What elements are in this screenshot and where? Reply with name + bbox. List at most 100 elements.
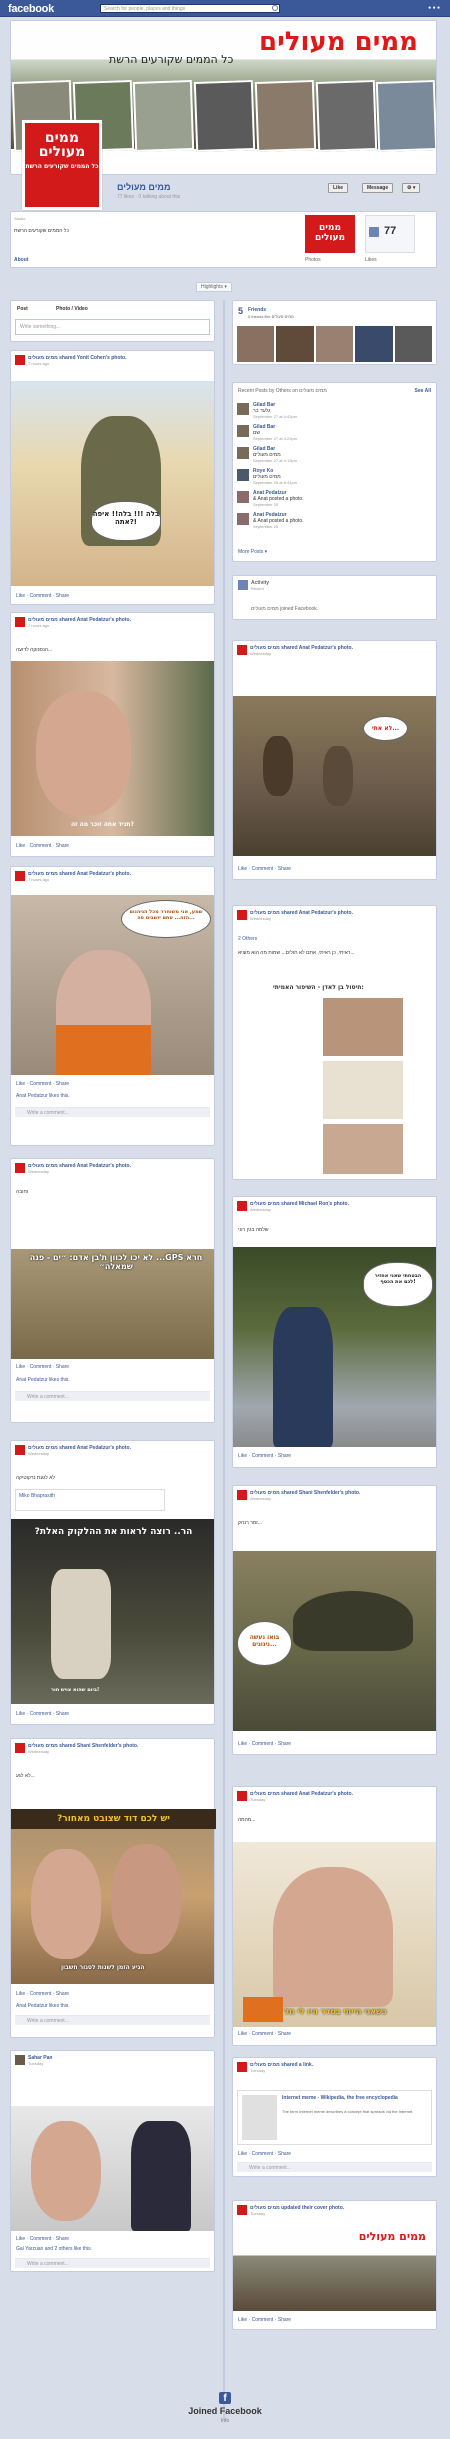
post-actions[interactable]: Like · Comment · Share — [238, 2317, 291, 2323]
search-input[interactable]: Search for people, places and things — [100, 4, 280, 13]
photo-video-tab[interactable]: Photo / Video — [56, 306, 88, 312]
comment-input[interactable]: Write a comment... — [15, 1107, 210, 1117]
post-tab[interactable]: Post — [17, 306, 28, 312]
comment-input[interactable]: Write a comment... — [15, 2258, 210, 2268]
link-title[interactable]: Internet meme - Wikipedia, the free ency… — [282, 2095, 427, 2101]
friend-avatar[interactable] — [394, 326, 433, 362]
post-actions[interactable]: Like · Comment · Share — [16, 593, 69, 599]
avatar[interactable] — [237, 910, 247, 920]
avatar[interactable] — [237, 645, 247, 655]
likes-line[interactable]: Gal Yarzuan and 2 others like this. — [16, 2246, 92, 2252]
post-actions[interactable]: Like · Comment · Share — [16, 1991, 69, 1997]
friend-avatar[interactable] — [355, 326, 393, 362]
likes-line[interactable]: Anat Pedatzur likes this. — [16, 2003, 70, 2009]
avatar[interactable] — [237, 1201, 247, 1211]
post-actions[interactable]: Like · Comment · Share — [16, 1081, 69, 1087]
friends-label[interactable]: Friends — [248, 307, 266, 313]
post-time[interactable]: Wednesday — [250, 1207, 271, 1212]
friend-avatar[interactable] — [315, 326, 354, 362]
post-time[interactable]: Tuesday — [250, 2068, 265, 2073]
post-actions[interactable]: Like · Comment · Share — [16, 843, 69, 849]
post-actions[interactable]: Like · Comment · Share — [238, 2151, 291, 2157]
post-image[interactable] — [323, 1061, 403, 1119]
avatar[interactable] — [237, 2205, 247, 2215]
list-item[interactable]: Gilad Bar ממים מעולים September 27 at 4:13… — [237, 445, 432, 467]
others-count[interactable]: 2 Others — [238, 936, 257, 942]
post-actions[interactable]: Like · Comment · Share — [16, 1364, 69, 1370]
see-all-link[interactable]: See All — [415, 388, 432, 394]
post-actions[interactable]: Like · Comment · Share — [238, 2031, 291, 2037]
more-posts-link[interactable]: More Posts ▾ — [238, 549, 267, 555]
post-time[interactable]: Tuesday — [250, 1797, 265, 1802]
avatar[interactable] — [15, 2055, 25, 2065]
post-image[interactable] — [11, 2106, 214, 2231]
nav-icons[interactable]: ● ● ● — [428, 5, 440, 11]
avatar[interactable] — [15, 1163, 25, 1173]
composer-input[interactable]: Write something... — [15, 319, 210, 335]
post-time[interactable]: Wednesday — [250, 916, 271, 921]
post-image[interactable]: תגיד אתה זוכר מה זה? — [11, 661, 214, 836]
post-image[interactable]: שמע, אני משוחרר מכל הגיהנום הזה... סתם י… — [11, 895, 214, 1075]
post-image[interactable]: בלה !!! בלה!! איפה אתה?! — [11, 381, 214, 586]
avatar[interactable] — [15, 617, 25, 627]
post-time[interactable]: Wednesday — [28, 1749, 49, 1754]
friend-avatar[interactable] — [237, 326, 275, 362]
friend-avatar[interactable] — [276, 326, 314, 362]
post-time[interactable]: Tuesday — [28, 2061, 43, 2066]
post-image[interactable]: ממים מעולים — [233, 2226, 436, 2311]
likes-label[interactable]: Likes — [365, 257, 377, 263]
post-time[interactable]: 7 hours ago — [28, 877, 49, 882]
post-time[interactable]: Wednesday — [250, 1496, 271, 1501]
post-time[interactable]: Wednesday — [28, 1451, 49, 1456]
post-actions[interactable]: Like · Comment · Share — [238, 1453, 291, 1459]
post-image[interactable]: הבטחתי שאני אחזיר לכם את הכסף! — [233, 1247, 436, 1447]
like-button[interactable]: Like — [328, 183, 349, 193]
post-time[interactable]: 7 hours ago — [28, 361, 49, 366]
search-icon[interactable] — [272, 5, 278, 11]
post-author[interactable]: ממים מעולים shared Anat Pedatzur's photo… — [250, 1791, 353, 1797]
avatar[interactable] — [15, 871, 25, 881]
post-image[interactable]: יש לכם דוד שצובט מאחור? הגיע הזמן לשנות … — [11, 1809, 216, 1984]
comment-input[interactable]: Write a comment... — [15, 1391, 210, 1401]
facebook-logo[interactable]: facebook — [8, 3, 54, 15]
post-image[interactable]: הר.. רוצה לראות את ההלקוק האלת? ביום שהו… — [11, 1519, 214, 1704]
post-image[interactable]: חרא GPS... לא יכו לכוון ת'בן אדם: ״ים - … — [11, 1249, 214, 1359]
settings-button[interactable]: ⚙ ▾ — [402, 183, 421, 193]
avatar[interactable] — [237, 1490, 247, 1500]
photos-thumb[interactable]: ממים מעולים — [305, 215, 355, 253]
post-image[interactable]: לא אתי... — [233, 696, 436, 856]
list-item[interactable]: Anat Pedatzur & Anat posted a photo. Septe… — [237, 511, 432, 533]
post-actions[interactable]: Like · Comment · Share — [238, 1741, 291, 1747]
post-time[interactable]: Tuesday — [250, 2211, 265, 2216]
message-button[interactable]: Message — [362, 183, 394, 193]
shared-from[interactable]: Miko Bhaprasith — [15, 1489, 165, 1511]
likes-box[interactable]: 77 — [365, 215, 415, 253]
post-time[interactable]: Wednesday — [250, 651, 271, 656]
avatar[interactable] — [15, 1445, 25, 1455]
list-item[interactable]: Anat Pedatzur & Anat posted a photo. Septe… — [237, 489, 432, 511]
photos-label[interactable]: Photos — [305, 257, 321, 263]
list-item[interactable]: Gilad Bar שם September 27 at 4:23pm — [237, 423, 432, 445]
comment-input[interactable]: Write a comment... — [15, 2015, 210, 2025]
likes-line[interactable]: Anat Pedatzur likes this. — [16, 1377, 70, 1383]
profile-picture[interactable]: ממים מעולים כל הממים שקורעים הרשת — [22, 120, 102, 210]
list-item[interactable]: Gilad Bar גלעד בר September 27 at 4:43pm — [237, 401, 432, 423]
comment-input[interactable]: Write a comment... — [237, 2162, 432, 2172]
avatar[interactable] — [15, 355, 25, 365]
post-actions[interactable]: Like · Comment · Share — [16, 1711, 69, 1717]
post-actions[interactable]: Like · Comment · Share — [16, 2236, 69, 2242]
post-time[interactable]: 7 hours ago — [28, 623, 49, 628]
highlights-dropdown[interactable]: Highlights ▾ — [196, 282, 232, 292]
likes-line[interactable]: Anat Pedatzur likes this. — [16, 1093, 70, 1099]
post-image[interactable] — [323, 1124, 403, 1174]
link-preview[interactable]: Internet meme - Wikipedia, the free ency… — [237, 2090, 432, 2145]
post-time[interactable]: Wednesday — [28, 1169, 49, 1174]
joined-facebook-info[interactable]: Info — [180, 2418, 270, 2424]
avatar[interactable] — [15, 1743, 25, 1753]
list-item[interactable]: Roye Ko ממים מעולים September 25 at 8:44pm — [237, 467, 432, 489]
post-image[interactable] — [323, 998, 403, 1056]
page-title[interactable]: ממים מעולים — [117, 182, 170, 192]
post-image[interactable]: בואו נעשה ניגונים... — [233, 1551, 436, 1731]
about-link[interactable]: About — [14, 257, 28, 263]
avatar[interactable] — [237, 2062, 247, 2072]
